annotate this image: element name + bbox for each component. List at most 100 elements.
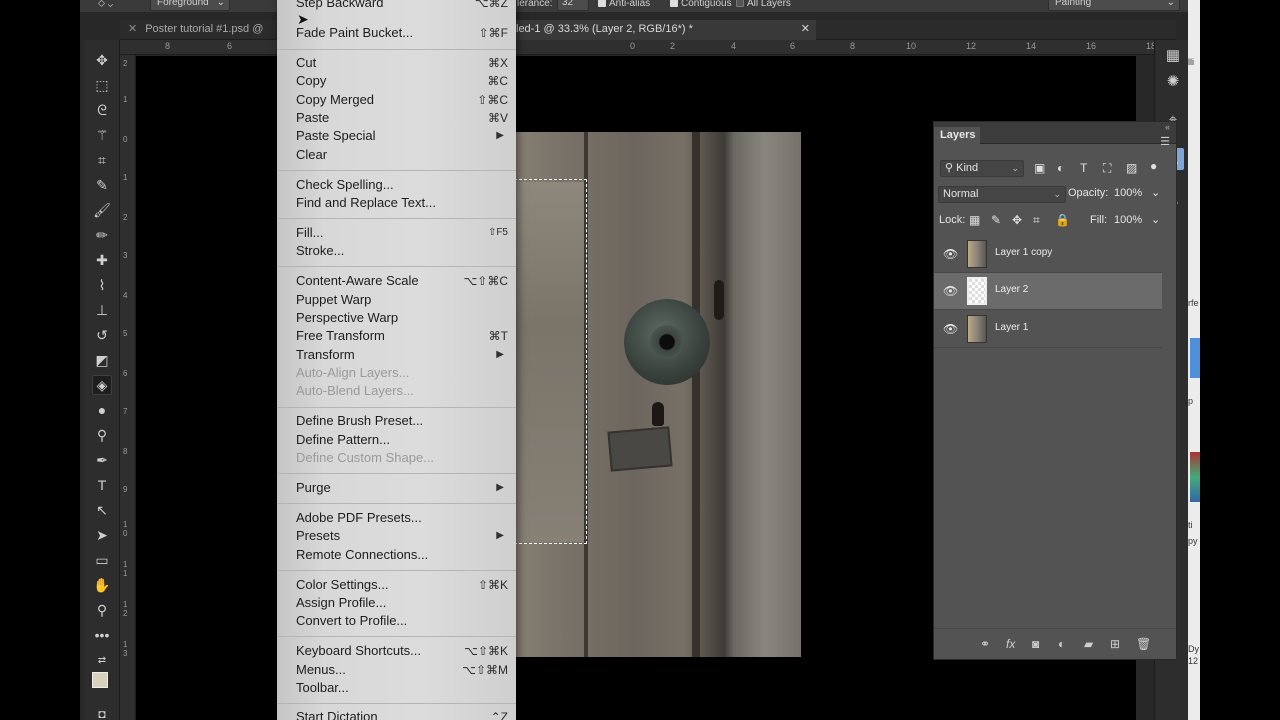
fill-source-select[interactable]: Foreground ⌄ — [150, 0, 230, 11]
menu-item-color-settings[interactable]: Color Settings... ⇧⌘K — [296, 576, 508, 594]
lock-image-icon[interactable]: ✎ — [991, 213, 1001, 227]
menu-item-purge[interactable]: Purge ▶ — [296, 479, 508, 497]
panel-menu-icon[interactable]: ☰ — [1160, 135, 1170, 148]
dodge-tool-icon[interactable]: ⚲ — [92, 425, 112, 445]
all-layers-checkbox[interactable]: All Layers — [736, 0, 791, 9]
link-layers-icon[interactable]: ⚭ — [980, 637, 990, 651]
menu-item-paste-special[interactable]: Paste Special ▶ — [296, 127, 508, 145]
blur-tool-icon[interactable]: ● — [92, 400, 112, 420]
menu-item-transform[interactable]: Transform ▶ — [296, 346, 508, 364]
pen-tool-icon[interactable]: ✒ — [92, 450, 112, 470]
menu-item-content-aware-scale[interactable]: Content-Aware Scale ⌥⇧⌘C — [296, 272, 508, 290]
tab-untitled-active[interactable]: led-1 @ 33.3% (Layer 2, RGB/16*) * ✕ — [516, 20, 816, 40]
clone-stamp-tool-icon[interactable]: ⊥ — [92, 300, 112, 320]
close-icon[interactable]: ✕ — [801, 20, 810, 39]
trash-icon[interactable]: 🗑 — [1136, 637, 1151, 651]
menu-item-copy-merged[interactable]: Copy Merged ⇧⌘C — [296, 91, 508, 109]
hand-tool-icon[interactable]: ✋ — [92, 575, 112, 595]
type-filter-icon[interactable]: T — [1080, 161, 1087, 175]
direct-selection-tool-icon[interactable]: ➤ — [92, 525, 112, 545]
marquee-tool-icon[interactable]: ⬚ — [92, 75, 112, 95]
workspace-select[interactable]: Painting ⌄ — [1048, 0, 1180, 11]
menu-item-define-brush-preset[interactable]: Define Brush Preset... — [296, 412, 508, 430]
swap-colors-icon[interactable]: ⇄ — [92, 650, 112, 670]
layers-tab[interactable]: Layers — [934, 127, 980, 144]
menu-item-stroke[interactable]: Stroke... — [296, 242, 508, 260]
close-icon[interactable]: ✕ — [128, 23, 137, 35]
type-tool-icon[interactable]: T — [92, 475, 112, 495]
menu-item-remote-connections[interactable]: Remote Connections... — [296, 546, 508, 564]
add-mask-icon[interactable]: ◙ — [1032, 637, 1039, 651]
brush-tool-icon[interactable]: ⌇ — [92, 275, 112, 295]
contiguous-checkbox[interactable]: Contiguous — [670, 0, 732, 9]
menu-item-define-pattern[interactable]: Define Pattern... — [296, 431, 508, 449]
lasso-tool-icon[interactable]: ᘓ — [92, 100, 112, 120]
menu-item-check-spelling[interactable]: Check Spelling... — [296, 176, 508, 194]
chevron-down-icon[interactable]: ⌄ — [1151, 186, 1160, 199]
menu-item-copy[interactable]: Copy ⌘C — [296, 72, 508, 90]
menu-item-convert-to-profile[interactable]: Convert to Profile... — [296, 612, 508, 630]
path-selection-tool-icon[interactable]: ↖ — [92, 500, 112, 520]
menu-item-fill[interactable]: Fill... ⇧F5 — [296, 224, 508, 242]
menu-item-find-replace[interactable]: Find and Replace Text... — [296, 194, 508, 212]
shape-filter-icon[interactable]: ⛶ — [1103, 161, 1111, 176]
foreground-color-swatch[interactable] — [92, 672, 108, 688]
brush-tool-icon[interactable]: 🖌 — [92, 200, 112, 220]
smart-object-filter-icon[interactable]: ▨ — [1126, 161, 1137, 175]
zoom-tool-icon[interactable]: ⚲ — [92, 600, 112, 620]
eye-icon[interactable]: 👁 — [943, 247, 958, 261]
menu-item-keyboard-shortcuts[interactable]: Keyboard Shortcuts... ⌥⇧⌘K — [296, 642, 508, 660]
adjustment-filter-icon[interactable]: ◐ — [1057, 161, 1064, 175]
paint-bucket-tool-icon[interactable]: ⬦ ⌄ — [98, 0, 113, 9]
quick-mask-icon[interactable]: ◘ — [92, 704, 112, 720]
eye-icon[interactable]: 👁 — [943, 322, 958, 336]
menu-item-free-transform[interactable]: Free Transform ⌘T — [296, 327, 508, 345]
menu-item-paste[interactable]: Paste ⌘V — [296, 109, 508, 127]
menu-item-fade-paint-bucket[interactable]: Fade Paint Bucket... ⇧⌘F — [296, 24, 508, 42]
menu-item-cut[interactable]: Cut ⌘X — [296, 54, 508, 72]
menu-item-perspective-warp[interactable]: Perspective Warp — [296, 309, 508, 327]
lock-all-icon[interactable]: 🔒 — [1055, 213, 1070, 227]
menu-item-puppet-warp[interactable]: Puppet Warp — [296, 291, 508, 309]
lock-transparent-icon[interactable]: ▦ — [969, 213, 980, 227]
collapse-icon[interactable]: « — [1165, 122, 1170, 132]
layer-row-layer-2[interactable]: 👁 Layer 2 — [934, 273, 1162, 310]
filter-toggle-icon[interactable]: ● — [1150, 159, 1157, 173]
menu-item-adobe-pdf-presets[interactable]: Adobe PDF Presets... — [296, 509, 508, 527]
lock-position-icon[interactable]: ✥ — [1012, 213, 1022, 227]
menu-item-clear[interactable]: Clear — [296, 146, 508, 164]
opacity-value[interactable]: 100% — [1114, 187, 1142, 199]
chevron-down-icon[interactable]: ⌄ — [1151, 213, 1160, 226]
lock-artboard-icon[interactable]: ⌗ — [1033, 213, 1040, 228]
anti-alias-checkbox[interactable]: Anti-alias — [598, 0, 650, 9]
tolerance-input[interactable]: 32 — [557, 0, 589, 11]
menu-item-step-backward[interactable]: Step Backward ⌥⌘Z — [296, 0, 508, 12]
history-brush-tool-icon[interactable]: ↺ — [92, 325, 112, 345]
menu-item-toolbar[interactable]: Toolbar... — [296, 679, 508, 697]
healing-brush-tool-icon[interactable]: ✚ — [92, 250, 112, 270]
more-tools-icon[interactable]: ••• — [92, 625, 112, 645]
layer-row-layer-1-copy[interactable]: 👁 Layer 1 copy — [934, 236, 1162, 273]
brush-settings-icon[interactable]: ✺ — [1162, 70, 1184, 92]
new-layer-icon[interactable]: ⊞ — [1110, 637, 1120, 651]
grid-icon[interactable]: ▦ — [1162, 44, 1184, 66]
rectangle-tool-icon[interactable]: ▭ — [92, 550, 112, 570]
adjustment-layer-icon[interactable]: ◐ — [1058, 637, 1065, 651]
menu-item-assign-profile[interactable]: Assign Profile... — [296, 594, 508, 612]
crop-tool-icon[interactable]: ⌗ — [92, 150, 112, 170]
magic-wand-tool-icon[interactable]: ⚚ — [92, 125, 112, 145]
eye-icon[interactable]: 👁 — [943, 284, 958, 298]
paint-bucket-tool-icon[interactable]: ◈ — [92, 375, 112, 395]
move-tool-icon[interactable]: ✥ — [92, 50, 112, 70]
menu-item-menus[interactable]: Menus... ⌥⇧⌘M — [296, 661, 508, 679]
pixel-filter-icon[interactable]: ▣ — [1034, 161, 1045, 175]
eyedropper-tool-icon[interactable]: ✎ — [92, 175, 112, 195]
pencil-tool-icon[interactable]: ✏ — [92, 225, 112, 245]
layer-row-layer-1[interactable]: 👁 Layer 1 — [934, 311, 1162, 348]
filter-kind-select[interactable]: ⚲ Kind ⌄ — [940, 160, 1024, 177]
eraser-tool-icon[interactable]: ◩ — [92, 350, 112, 370]
fx-icon[interactable]: fx — [1006, 637, 1015, 651]
blend-mode-select[interactable]: Normal ⌄ — [938, 186, 1066, 203]
menu-item-start-dictation[interactable]: Start Dictation ⌃Z — [296, 708, 508, 720]
fill-value[interactable]: 100% — [1114, 214, 1142, 226]
